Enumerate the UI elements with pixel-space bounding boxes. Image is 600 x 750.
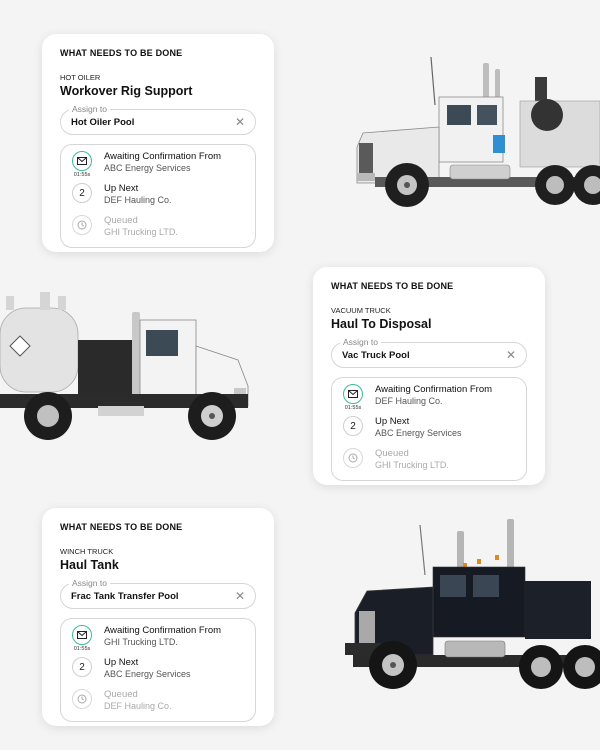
job-type: WINCH TRUCK <box>60 547 114 556</box>
queue-item-up-next: 2 Up Next ABC Energy Services <box>71 657 245 689</box>
queue-status: Queued <box>375 448 409 459</box>
queue-company: GHI Trucking LTD. <box>375 460 449 470</box>
queue-item-awaiting: 01:55s Awaiting Confirmation From DEF Ha… <box>342 384 516 416</box>
queue-status: Awaiting Confirmation From <box>104 151 222 162</box>
queue-status: Awaiting Confirmation From <box>375 384 493 395</box>
timer: 01:55s <box>73 172 91 178</box>
job-card-vacuum-truck: WHAT NEEDS TO BE DONE VACUUM TRUCK Haul … <box>313 267 545 485</box>
timer: 01:55s <box>344 405 362 411</box>
queue-item-queued: Queued GHI Trucking LTD. <box>342 448 516 476</box>
hot-oiler-truck-image <box>356 56 600 207</box>
assign-to-field[interactable]: Assign to Hot Oiler Pool ✕ <box>60 103 256 135</box>
job-title: Haul Tank <box>60 558 119 572</box>
queue-company: ABC Energy Services <box>104 669 191 679</box>
clock-icon <box>72 689 92 709</box>
number-icon: 2 <box>72 183 92 203</box>
carrier-queue: 01:55s Awaiting Confirmation From ABC En… <box>60 144 256 248</box>
assign-to-value: Vac Truck Pool <box>342 349 410 361</box>
queue-item-queued: Queued DEF Hauling Co. <box>71 689 245 717</box>
queue-status: Awaiting Confirmation From <box>104 625 222 636</box>
mail-icon <box>72 625 92 645</box>
queue-status: Up Next <box>104 183 139 194</box>
queue-company: GHI Trucking LTD. <box>104 227 178 237</box>
card-heading: WHAT NEEDS TO BE DONE <box>60 522 183 532</box>
queue-company: ABC Energy Services <box>104 163 191 173</box>
assign-to-field[interactable]: Assign to Vac Truck Pool ✕ <box>331 336 527 368</box>
assign-to-value: Frac Tank Transfer Pool <box>71 590 179 602</box>
queue-item-up-next: 2 Up Next ABC Energy Services <box>342 416 516 448</box>
queue-status: Queued <box>104 215 138 226</box>
job-type: HOT OILER <box>60 73 101 82</box>
job-card-winch-truck: WHAT NEEDS TO BE DONE WINCH TRUCK Haul T… <box>42 508 274 726</box>
clock-icon <box>343 448 363 468</box>
mail-icon <box>343 384 363 404</box>
queue-status: Queued <box>104 689 138 700</box>
number-icon: 2 <box>72 657 92 677</box>
queue-item-awaiting: 01:55s Awaiting Confirmation From GHI Tr… <box>71 625 245 657</box>
clear-icon[interactable]: ✕ <box>235 590 245 602</box>
queue-company: DEF Hauling Co. <box>104 195 172 205</box>
queue-status: Up Next <box>104 657 139 668</box>
queue-company: DEF Hauling Co. <box>104 701 172 711</box>
clear-icon[interactable]: ✕ <box>235 116 245 128</box>
card-heading: WHAT NEEDS TO BE DONE <box>60 48 183 58</box>
number-icon: 2 <box>343 416 363 436</box>
clear-icon[interactable]: ✕ <box>506 349 516 361</box>
queue-company: GHI Trucking LTD. <box>104 637 178 647</box>
queue-item-awaiting: 01:55s Awaiting Confirmation From ABC En… <box>71 151 245 183</box>
vacuum-truck-image <box>0 292 249 440</box>
winch-truck-image <box>345 519 600 689</box>
queue-company: DEF Hauling Co. <box>375 396 443 406</box>
assign-to-label: Assign to <box>69 577 110 589</box>
queue-status: Up Next <box>375 416 410 427</box>
carrier-queue: 01:55s Awaiting Confirmation From GHI Tr… <box>60 618 256 722</box>
card-heading: WHAT NEEDS TO BE DONE <box>331 281 454 291</box>
job-type: VACUUM TRUCK <box>331 306 391 315</box>
job-card-hot-oiler: WHAT NEEDS TO BE DONE HOT OILER Workover… <box>42 34 274 252</box>
queue-company: ABC Energy Services <box>375 428 462 438</box>
timer: 01:55s <box>73 646 91 652</box>
assign-to-label: Assign to <box>340 336 381 348</box>
assign-to-value: Hot Oiler Pool <box>71 116 135 128</box>
queue-item-queued: Queued GHI Trucking LTD. <box>71 215 245 243</box>
clock-icon <box>72 215 92 235</box>
job-title: Haul To Disposal <box>331 317 432 331</box>
assign-to-label: Assign to <box>69 103 110 115</box>
job-title: Workover Rig Support <box>60 84 193 98</box>
queue-item-up-next: 2 Up Next DEF Hauling Co. <box>71 183 245 215</box>
assign-to-field[interactable]: Assign to Frac Tank Transfer Pool ✕ <box>60 577 256 609</box>
mail-icon <box>72 151 92 171</box>
carrier-queue: 01:55s Awaiting Confirmation From DEF Ha… <box>331 377 527 481</box>
